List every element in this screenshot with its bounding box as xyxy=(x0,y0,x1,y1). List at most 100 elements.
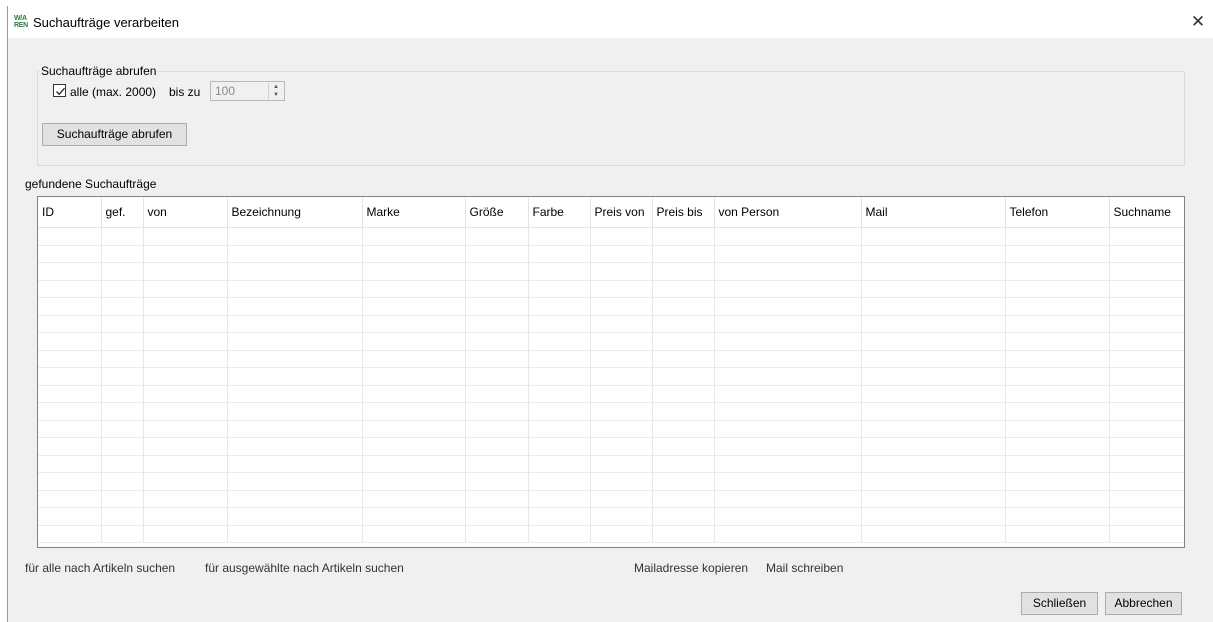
table-cell xyxy=(101,420,144,438)
column-header[interactable]: gef. xyxy=(101,197,144,228)
table-row[interactable] xyxy=(38,455,1184,473)
column-header[interactable]: Preis von xyxy=(590,197,653,228)
table-cell xyxy=(38,385,102,403)
table-row[interactable] xyxy=(38,420,1184,438)
table-row[interactable] xyxy=(38,245,1184,263)
table-cell xyxy=(101,332,144,351)
column-header[interactable]: von xyxy=(143,197,228,228)
table-cell xyxy=(714,402,862,421)
table-cell xyxy=(652,315,715,333)
table-cell xyxy=(652,420,715,438)
table-row[interactable] xyxy=(38,367,1184,386)
table-row[interactable] xyxy=(38,525,1184,543)
write-mail-link[interactable]: Mail schreiben xyxy=(766,561,843,575)
table-cell xyxy=(465,297,529,316)
table-cell xyxy=(652,297,715,316)
table-cell xyxy=(528,227,591,246)
table-cell xyxy=(38,455,102,473)
table-cell xyxy=(465,490,529,508)
table-cell xyxy=(861,227,1006,246)
table-cell xyxy=(652,490,715,508)
column-header[interactable]: Mail xyxy=(861,197,1006,228)
table-cell xyxy=(590,227,653,246)
table-cell xyxy=(1109,315,1184,333)
table-cell xyxy=(861,437,1006,456)
search-selected-link[interactable]: für ausgewählte nach Artikeln suchen xyxy=(205,561,404,575)
table-cell xyxy=(143,525,228,543)
table-row[interactable] xyxy=(38,297,1184,316)
table-cell xyxy=(38,367,102,386)
table-cell xyxy=(528,297,591,316)
table-cell xyxy=(1005,385,1110,403)
table-cell xyxy=(714,385,862,403)
column-header[interactable]: von Person xyxy=(714,197,862,228)
up-to-spinner[interactable]: 100 ▲ ▼ xyxy=(210,81,285,101)
fetch-search-orders-button[interactable]: Suchaufträge abrufen xyxy=(42,123,187,146)
table-row[interactable] xyxy=(38,280,1184,298)
table-cell xyxy=(227,297,363,316)
table-cell xyxy=(465,472,529,491)
table-row[interactable] xyxy=(38,315,1184,333)
spinner-arrows: ▲ ▼ xyxy=(268,83,283,99)
table-row[interactable] xyxy=(38,262,1184,281)
close-window-button[interactable]: ✕ xyxy=(1183,6,1213,38)
table-cell xyxy=(861,297,1006,316)
table-row[interactable] xyxy=(38,472,1184,491)
copy-mail-link[interactable]: Mailadresse kopieren xyxy=(634,561,748,575)
column-header[interactable]: ID xyxy=(38,197,102,228)
table-cell xyxy=(861,472,1006,491)
table-row[interactable] xyxy=(38,402,1184,421)
table-cell xyxy=(528,490,591,508)
table-cell xyxy=(143,385,228,403)
table-row[interactable] xyxy=(38,227,1184,246)
table-cell xyxy=(590,367,653,386)
column-header[interactable]: Farbe xyxy=(528,197,591,228)
table-cell xyxy=(714,455,862,473)
search-all-link[interactable]: für alle nach Artikeln suchen xyxy=(25,561,175,575)
table-row[interactable] xyxy=(38,490,1184,508)
spinner-up-icon[interactable]: ▲ xyxy=(269,83,283,91)
table-cell xyxy=(590,385,653,403)
column-header[interactable]: Marke xyxy=(362,197,466,228)
spinner-down-icon[interactable]: ▼ xyxy=(269,91,283,99)
column-header[interactable]: Bezeichnung xyxy=(227,197,363,228)
up-to-label: bis zu xyxy=(169,85,201,99)
table-cell xyxy=(528,245,591,263)
table-cell xyxy=(362,350,466,368)
results-grid[interactable]: ID gef. von Bezeichnung Marke Größe Farbe Preis… xyxy=(37,196,1185,548)
table-row[interactable] xyxy=(38,507,1184,526)
table-cell xyxy=(362,280,466,298)
column-header[interactable]: Preis bis xyxy=(652,197,715,228)
table-cell xyxy=(590,472,653,491)
table-cell xyxy=(590,280,653,298)
table-cell xyxy=(861,490,1006,508)
table-cell xyxy=(227,455,363,473)
table-cell xyxy=(465,332,529,351)
column-header[interactable]: Telefon xyxy=(1005,197,1110,228)
table-cell xyxy=(1005,455,1110,473)
table-cell xyxy=(861,332,1006,351)
table-row[interactable] xyxy=(38,332,1184,351)
table-cell xyxy=(38,525,102,543)
table-row[interactable] xyxy=(38,437,1184,456)
table-cell xyxy=(590,402,653,421)
table-cell xyxy=(861,455,1006,473)
table-cell xyxy=(714,437,862,456)
column-header[interactable]: Suchname xyxy=(1109,197,1184,228)
cancel-button[interactable]: Abbrechen xyxy=(1105,592,1182,615)
table-cell xyxy=(143,490,228,508)
column-header[interactable]: Größe xyxy=(465,197,529,228)
table-cell xyxy=(38,402,102,421)
table-cell xyxy=(590,350,653,368)
table-cell xyxy=(1005,332,1110,351)
table-cell xyxy=(101,262,144,281)
table-row[interactable] xyxy=(38,385,1184,403)
all-checkbox[interactable] xyxy=(53,84,66,97)
table-cell xyxy=(38,262,102,281)
table-cell xyxy=(38,437,102,456)
table-row[interactable] xyxy=(38,350,1184,368)
table-cell xyxy=(38,420,102,438)
close-button[interactable]: Schließen xyxy=(1021,592,1098,615)
table-cell xyxy=(101,490,144,508)
table-cell xyxy=(1005,490,1110,508)
